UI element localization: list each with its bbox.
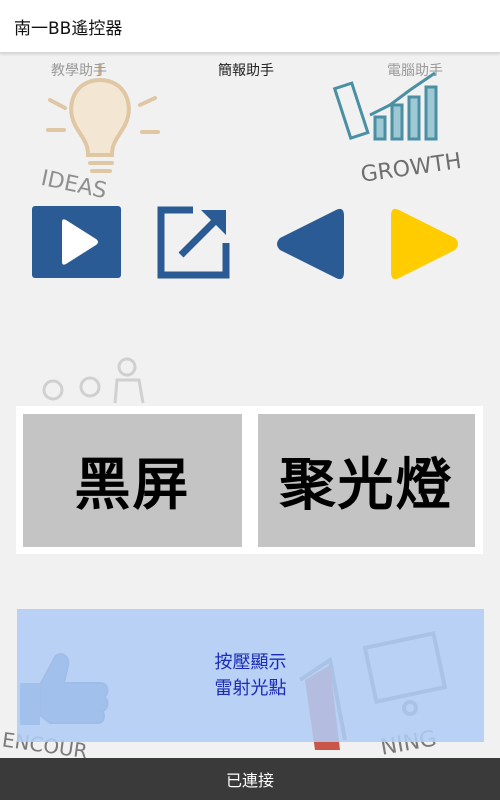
black-screen-button[interactable]: 黑屏 — [23, 414, 242, 547]
next-slide-button[interactable] — [391, 206, 461, 282]
laser-label-line2: 雷射光點 — [214, 677, 287, 699]
tab-teaching[interactable]: 教學助手 — [51, 60, 107, 80]
people-doodle — [42, 357, 145, 404]
exit-slideshow-button[interactable] — [157, 206, 230, 279]
previous-slide-button[interactable] — [274, 206, 344, 282]
laser-pointer-pad[interactable]: 按壓顯示 雷射光點 — [17, 609, 484, 742]
spotlight-button[interactable]: 聚光燈 — [258, 414, 475, 547]
tab-presentation[interactable]: 簡報助手 — [218, 60, 274, 80]
tab-computer[interactable]: 電腦助手 — [387, 60, 443, 80]
triangle-right-icon — [391, 208, 458, 280]
play-slideshow-button[interactable] — [32, 206, 121, 278]
screen-mode-panel: 黑屏 聚光燈 — [16, 406, 483, 554]
connection-status-text: 已連接 — [225, 771, 274, 790]
app-title: 南一BB遙控器 — [14, 18, 123, 39]
app-bar: 南一BB遙控器 — [0, 0, 500, 53]
assistant-tabs: 教學助手 簡報助手 電腦助手 — [0, 60, 500, 84]
laser-label-line1: 按壓顯示 — [214, 651, 287, 673]
triangle-left-icon — [277, 208, 344, 280]
connection-status-bar: 已連接 — [0, 758, 500, 800]
ideas-doodle-text: IDEAS — [39, 166, 109, 204]
growth-doodle-text: GROWTH — [359, 149, 463, 185]
external-link-icon — [157, 206, 230, 279]
